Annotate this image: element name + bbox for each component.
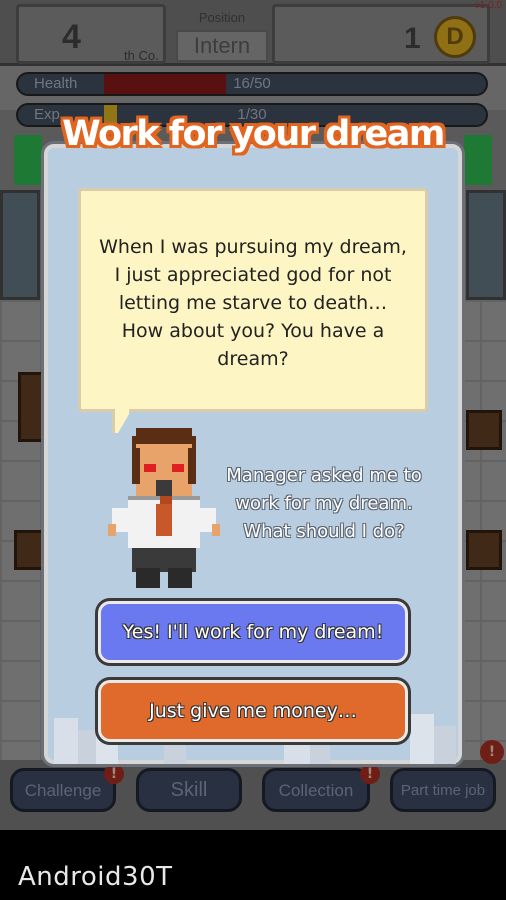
watermark-logo: Android30T: [18, 862, 173, 892]
manager-speech-text: When I was pursuing my dream, I just app…: [99, 236, 407, 370]
dialog-title: Work for your dream: [62, 114, 445, 154]
narration-text: Manager asked me to work for my dream. W…: [226, 465, 422, 542]
give-me-money-button[interactable]: Just give me money…: [98, 680, 408, 742]
manager-sprite: [108, 428, 220, 588]
work-for-dream-button[interactable]: Yes! I'll work for my dream!: [98, 601, 408, 663]
speech-bubble: When I was pursuing my dream, I just app…: [78, 188, 428, 412]
